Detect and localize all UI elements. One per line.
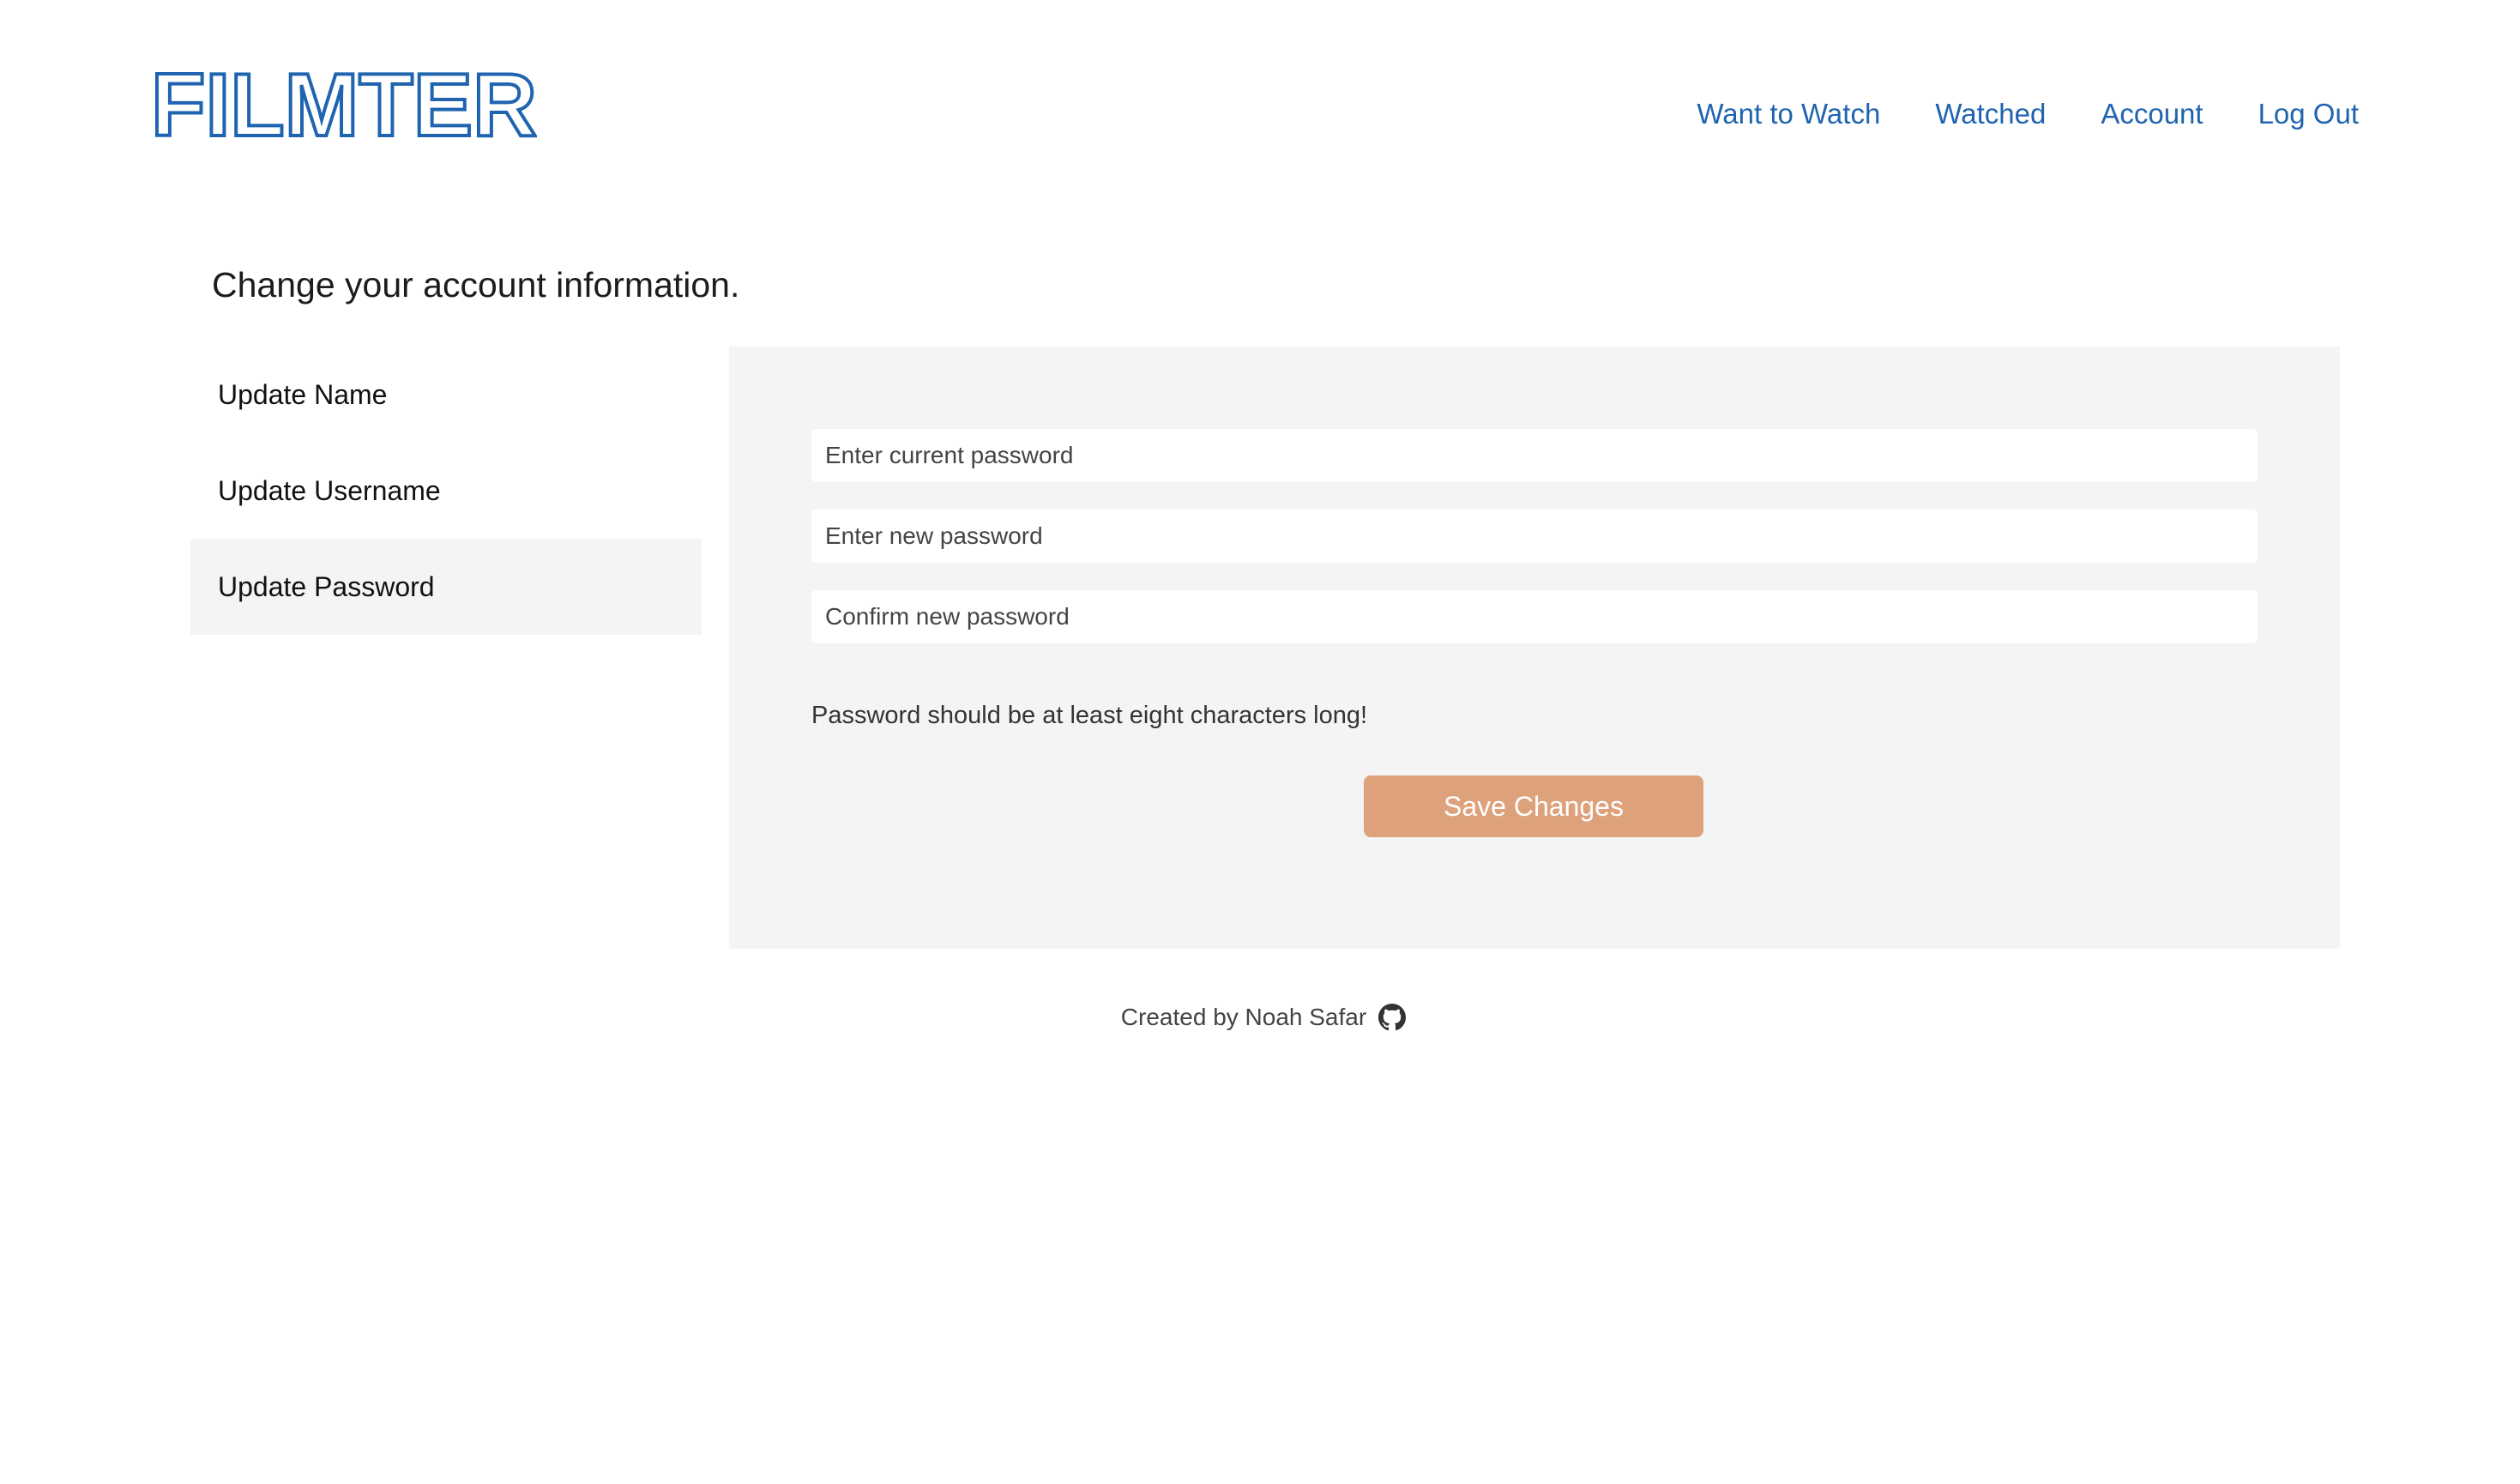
header: FILMTER FILMTER Want to Watch Watched Ac… bbox=[0, 0, 2520, 206]
save-changes-button[interactable]: Save Changes bbox=[1364, 775, 1703, 837]
password-form-panel: Password should be at least eight charac… bbox=[729, 347, 2340, 949]
footer-credit: Created by Noah Safar bbox=[1120, 1004, 1367, 1030]
nav-watched[interactable]: Watched bbox=[1935, 93, 2046, 136]
sidebar-item-update-name[interactable]: Update Name bbox=[190, 347, 702, 443]
filmter-logo[interactable]: FILMTER FILMTER bbox=[151, 67, 537, 141]
nav-log-out[interactable]: Log Out bbox=[2258, 93, 2359, 136]
settings-sidebar: Update Name Update Username Update Passw… bbox=[190, 347, 702, 635]
github-icon[interactable] bbox=[1378, 1004, 1407, 1031]
sidebar-item-update-username[interactable]: Update Username bbox=[190, 443, 702, 539]
confirm-password-input[interactable] bbox=[811, 590, 2258, 643]
footer: Created by Noah Safar bbox=[3, 1000, 2520, 1035]
nav-account[interactable]: Account bbox=[2101, 93, 2203, 136]
main-nav: Want to Watch Watched Account Log Out bbox=[1697, 93, 2359, 136]
new-password-input[interactable] bbox=[811, 510, 2258, 563]
page-title: Change your account information. bbox=[212, 265, 740, 305]
nav-want-to-watch[interactable]: Want to Watch bbox=[1697, 93, 1880, 136]
sidebar-item-update-password[interactable]: Update Password bbox=[190, 539, 702, 635]
current-password-input[interactable] bbox=[811, 429, 2258, 482]
logo-image: FILMTER FILMTER bbox=[151, 67, 537, 141]
password-hint: Password should be at least eight charac… bbox=[811, 702, 1368, 729]
